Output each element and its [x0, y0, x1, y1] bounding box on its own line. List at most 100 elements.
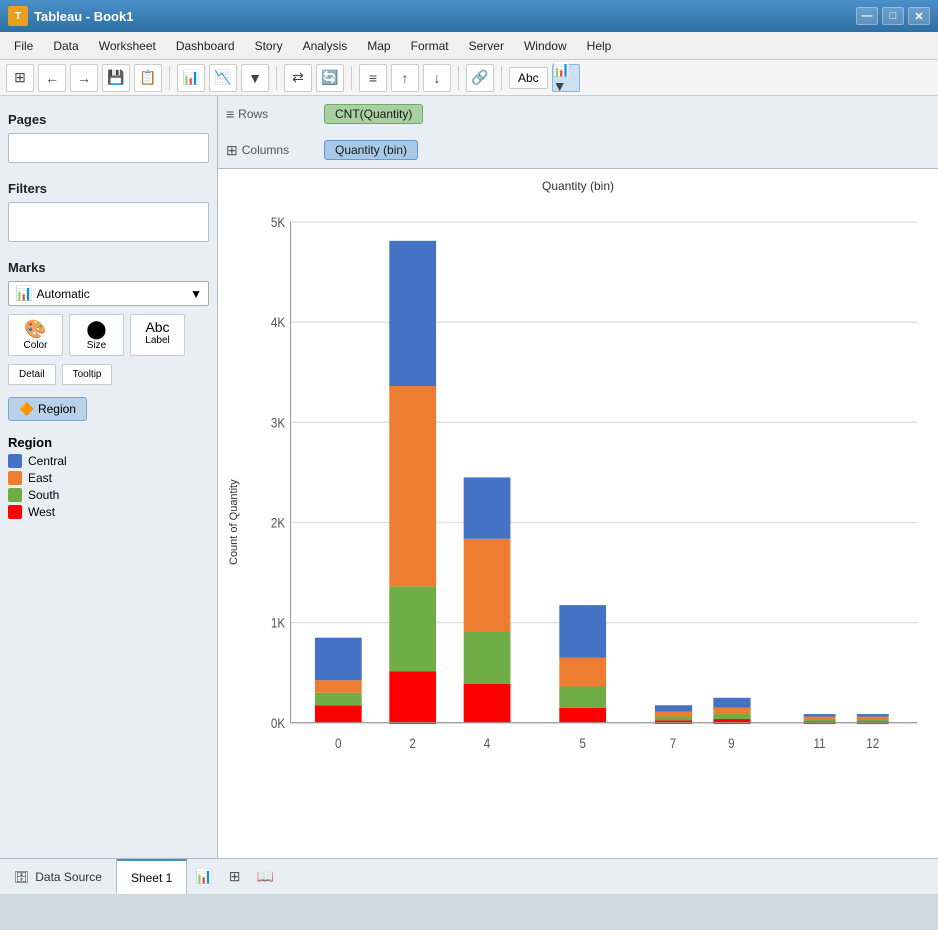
legend-section: Region Central East South West: [8, 435, 209, 522]
svg-text:4: 4: [484, 735, 491, 751]
chart-type-button[interactable]: 📊: [177, 64, 205, 92]
new-worksheet-button[interactable]: 📊: [187, 864, 220, 889]
chart-svg: 5K 4K 3K 2K 1K 0K: [248, 197, 928, 848]
sidebar: Pages Filters Marks 📊 Automatic ▼ 🎨: [0, 96, 218, 858]
menu-file[interactable]: File: [4, 36, 43, 56]
legend-color-central: [8, 454, 22, 468]
minimize-button[interactable]: —: [856, 7, 878, 25]
svg-text:2K: 2K: [271, 515, 286, 531]
new-dashboard-button[interactable]: ⊞: [221, 864, 249, 889]
region-label: Region: [38, 402, 76, 416]
data-source-icon: 🗄: [14, 870, 29, 884]
detail-button[interactable]: Detail: [8, 364, 56, 385]
app-icon: T: [8, 6, 28, 26]
fields-button[interactable]: ≡: [359, 64, 387, 92]
menu-server[interactable]: Server: [459, 36, 514, 56]
forward-button[interactable]: →: [70, 64, 98, 92]
svg-text:5K: 5K: [271, 214, 286, 230]
back-button[interactable]: ←: [38, 64, 66, 92]
chart-plot: 5K 4K 3K 2K 1K 0K: [248, 197, 928, 848]
svg-text:2: 2: [409, 735, 416, 751]
region-pill[interactable]: 🔶 Region: [8, 397, 87, 421]
link-button[interactable]: 🔗: [466, 64, 494, 92]
legend-color-west: [8, 505, 22, 519]
menu-format[interactable]: Format: [401, 36, 459, 56]
rows-row: ≡ Rows CNT(Quantity): [218, 96, 938, 132]
cols-label: ⊞ Columns: [226, 142, 316, 159]
rows-text: Rows: [238, 107, 268, 121]
marks-type-label: Automatic: [36, 287, 89, 301]
legend-label-south: South: [28, 488, 59, 502]
marks-row2: Detail Tooltip: [8, 364, 209, 385]
legend-label-west: West: [28, 505, 55, 519]
svg-text:7: 7: [670, 735, 677, 751]
legend-title: Region: [8, 435, 209, 450]
pages-section: Pages: [8, 104, 209, 163]
label-button[interactable]: Abc Label: [130, 314, 185, 356]
cols-icon: ⊞: [226, 142, 238, 159]
maximize-button[interactable]: □: [882, 7, 904, 25]
chart-more-button[interactable]: ▼: [241, 64, 269, 92]
sort-desc-button[interactable]: ↓: [423, 64, 451, 92]
svg-text:0: 0: [335, 735, 342, 751]
menu-dashboard[interactable]: Dashboard: [166, 36, 245, 56]
detail-label: Detail: [19, 369, 45, 380]
svg-text:4K: 4K: [271, 314, 286, 330]
svg-text:1K: 1K: [271, 615, 286, 631]
chart-bar-button[interactable]: 📉: [209, 64, 237, 92]
tooltip-button[interactable]: Tooltip: [62, 364, 113, 385]
abc-button[interactable]: Abc: [509, 67, 548, 89]
swap-button[interactable]: ⇄: [284, 64, 312, 92]
toolbar-sep-2: [276, 66, 277, 90]
rows-cols-wrapper: ≡ Rows CNT(Quantity) ⊞ Columns Quantity …: [218, 96, 938, 169]
menu-help[interactable]: Help: [577, 36, 622, 56]
menu-story[interactable]: Story: [245, 36, 293, 56]
legend-label-east: East: [28, 471, 52, 485]
pages-box: [8, 133, 209, 163]
title-bar: T Tableau - Book1 — □ ✕: [0, 0, 938, 32]
toolbar-sep-4: [458, 66, 459, 90]
cols-text: Columns: [242, 143, 289, 157]
new-story-button[interactable]: 📖: [248, 864, 281, 889]
menu-window[interactable]: Window: [514, 36, 577, 56]
show-me-button[interactable]: 📊▼: [552, 64, 580, 92]
menu-map[interactable]: Map: [357, 36, 400, 56]
legend-item-central: Central: [8, 454, 209, 468]
data-source-tab[interactable]: 🗄 Data Source: [0, 859, 117, 894]
cols-row: ⊞ Columns Quantity (bin): [218, 132, 938, 168]
marks-title: Marks: [8, 260, 209, 275]
menu-worksheet[interactable]: Worksheet: [89, 36, 166, 56]
svg-text:12: 12: [866, 735, 879, 751]
legend-item-west: West: [8, 505, 209, 519]
menu-analysis[interactable]: Analysis: [293, 36, 358, 56]
legend-item-south: South: [8, 488, 209, 502]
size-button[interactable]: ⬤ Size: [69, 314, 124, 356]
y-axis-label: Count of Quantity: [228, 197, 248, 848]
save-button[interactable]: 💾: [102, 64, 130, 92]
close-button[interactable]: ✕: [908, 7, 930, 25]
toolbar-sep-1: [169, 66, 170, 90]
label-icon: Abc: [145, 319, 169, 335]
refresh-button[interactable]: 🔄: [316, 64, 344, 92]
svg-text:0K: 0K: [271, 715, 286, 731]
sort-asc-button[interactable]: ↑: [391, 64, 419, 92]
status-bar: 🗄 Data Source Sheet 1 📊 ⊞ 📖: [0, 858, 938, 894]
color-button[interactable]: 🎨 Color: [8, 314, 63, 356]
sheet1-tab[interactable]: Sheet 1: [117, 859, 187, 894]
add-datasource-button[interactable]: 📋: [134, 64, 162, 92]
color-label: Color: [24, 340, 48, 351]
legend-label-central: Central: [28, 454, 67, 468]
menu-data[interactable]: Data: [43, 36, 88, 56]
toolbar: ⊞ ← → 💾 📋 📊 📉 ▼ ⇄ 🔄 ≡ ↑ ↓ 🔗 Abc 📊▼: [0, 60, 938, 96]
cols-pill[interactable]: Quantity (bin): [324, 140, 418, 160]
svg-text:9: 9: [728, 735, 735, 751]
menu-bar: File Data Worksheet Dashboard Story Anal…: [0, 32, 938, 60]
marks-type-dropdown[interactable]: 📊 Automatic ▼: [8, 281, 209, 306]
rows-pill[interactable]: CNT(Quantity): [324, 104, 423, 124]
home-button[interactable]: ⊞: [6, 64, 34, 92]
svg-text:3K: 3K: [271, 414, 286, 430]
legend-color-east: [8, 471, 22, 485]
rows-icon: ≡: [226, 106, 234, 122]
tooltip-label: Tooltip: [73, 369, 102, 380]
svg-text:11: 11: [814, 735, 826, 751]
